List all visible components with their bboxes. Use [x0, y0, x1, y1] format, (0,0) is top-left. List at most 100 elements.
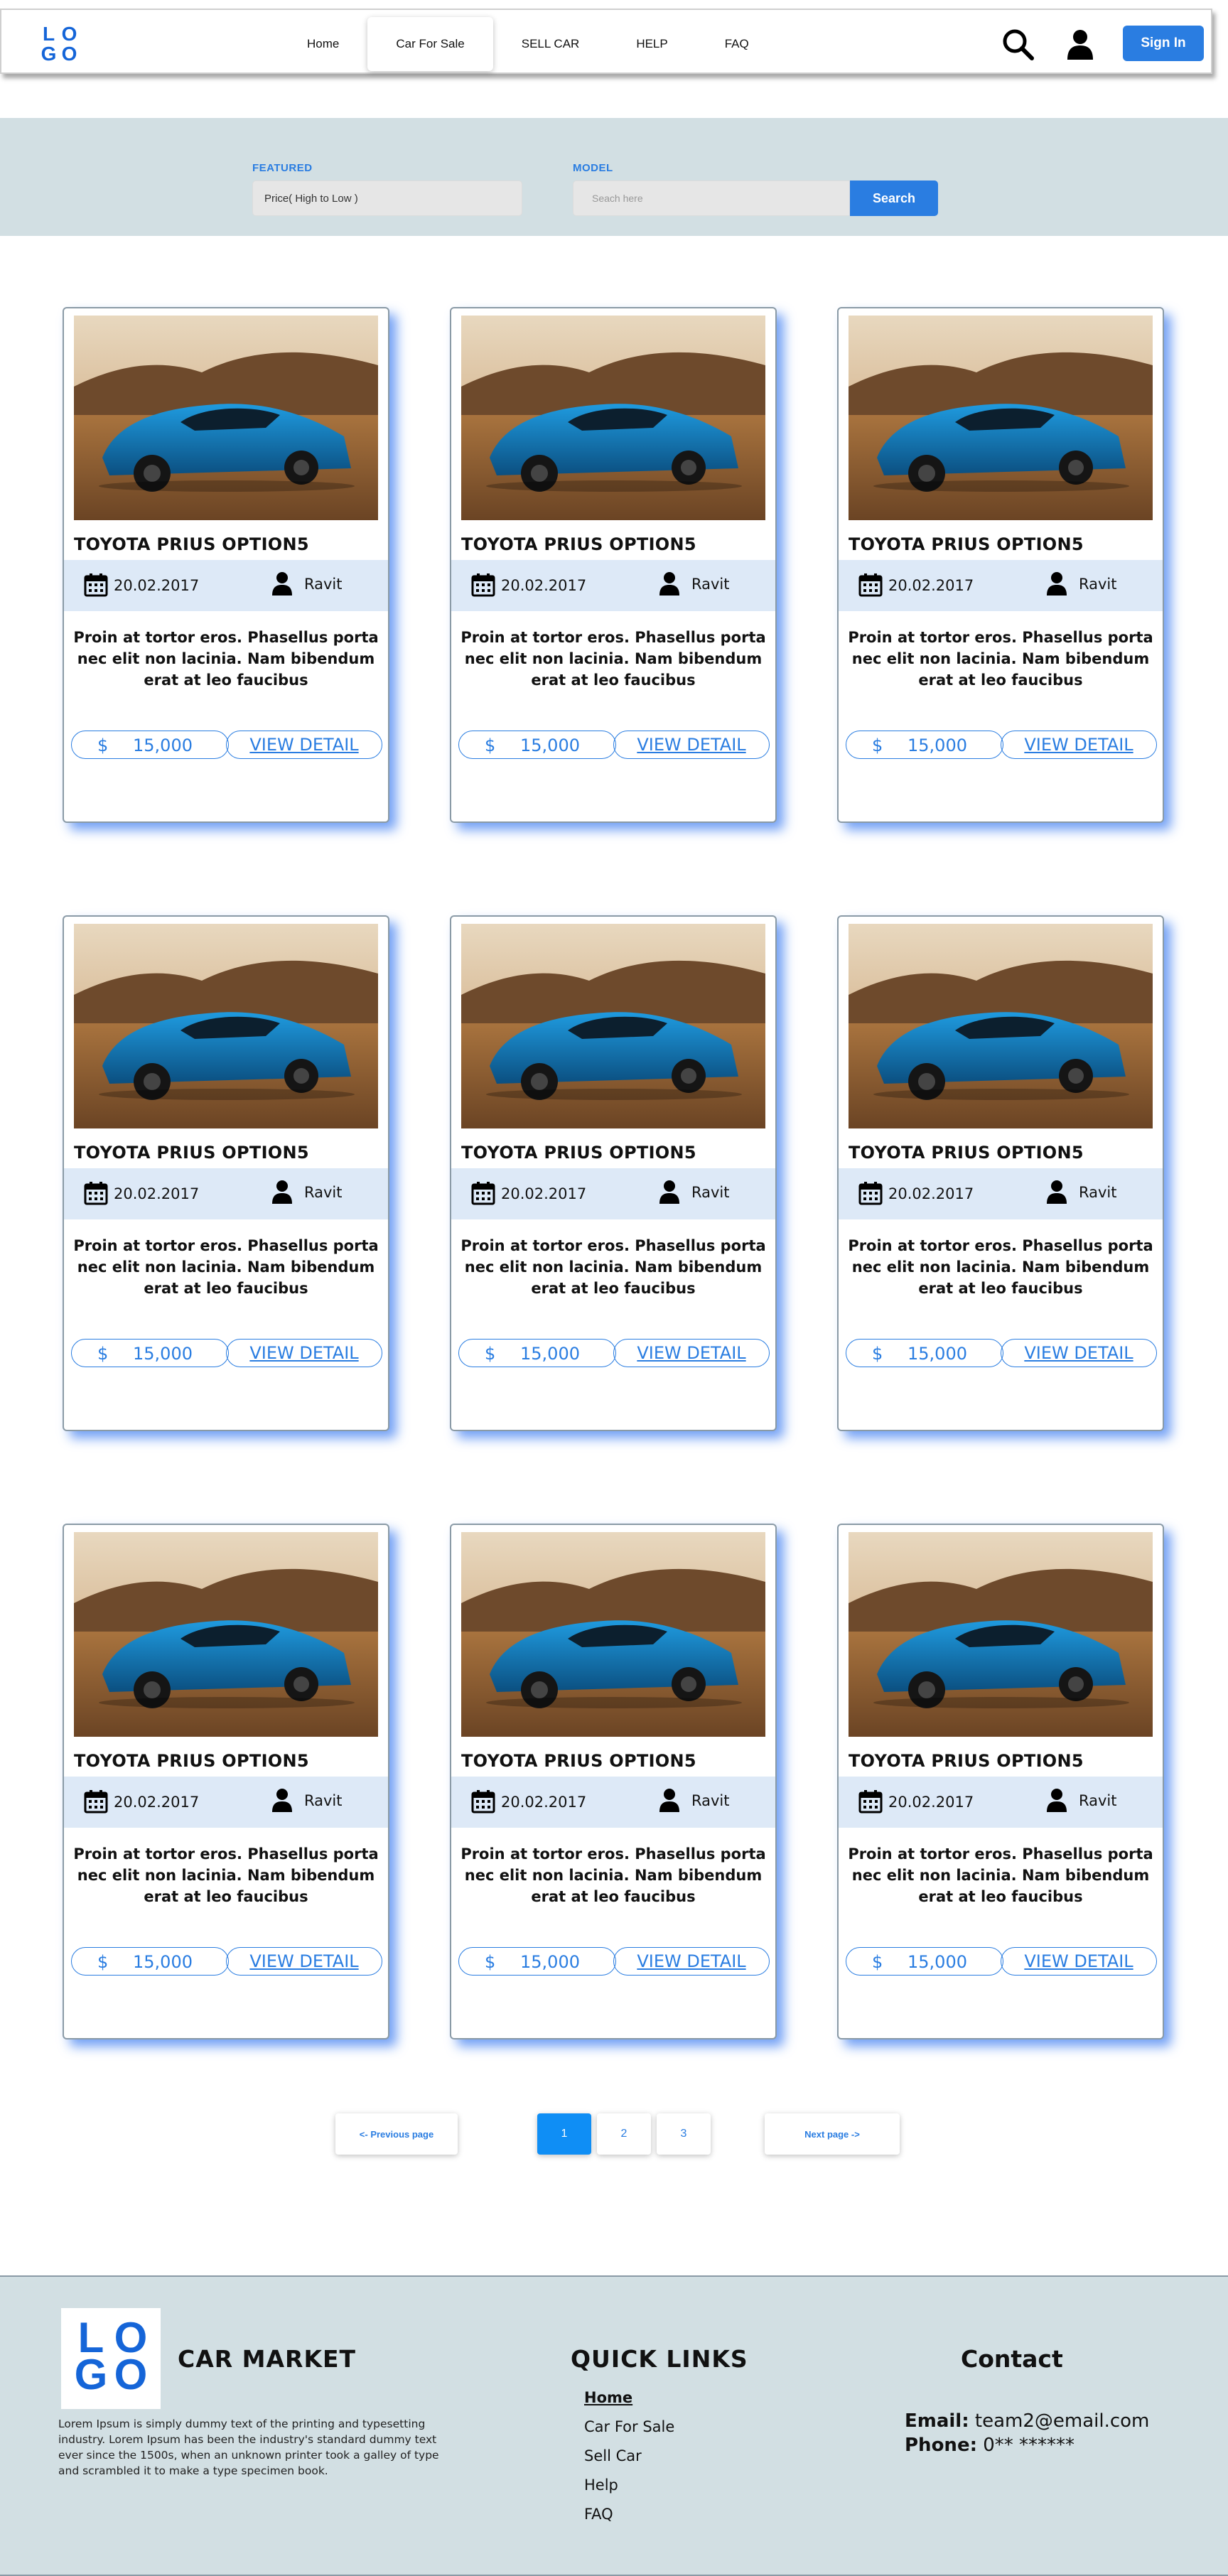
view-detail-button[interactable]: VIEW DETAIL	[613, 1947, 770, 1976]
view-detail-button[interactable]: VIEW DETAIL	[226, 731, 382, 759]
price-button[interactable]: $ 15,000	[71, 1947, 229, 1976]
price-button[interactable]: $ 15,000	[846, 1947, 1003, 1976]
calendar-icon	[471, 1789, 495, 1814]
seller-name: Ravit	[1079, 1792, 1117, 1809]
car-title: TOYOTA PRIUS OPTION5	[849, 534, 1084, 554]
dollar-icon: $	[97, 1344, 109, 1364]
car-photo[interactable]	[74, 316, 378, 520]
footer-logo[interactable]: L O G O	[61, 2308, 161, 2409]
price-value: 15,000	[133, 735, 193, 755]
listing-date: 20.02.2017	[114, 1185, 200, 1202]
nav-help[interactable]: HELP	[608, 17, 696, 71]
user-icon[interactable]	[1063, 27, 1097, 61]
logo-letter: G	[41, 43, 57, 65]
contact-title: Contact	[961, 2345, 1063, 2373]
car-card[interactable]: TOYOTA PRIUS OPTION5 20.02.2017 Ravit Pr…	[63, 307, 389, 823]
view-detail-button[interactable]: VIEW DETAIL	[226, 1947, 382, 1976]
price-value: 15,000	[907, 1344, 967, 1364]
view-detail-button[interactable]: VIEW DETAIL	[613, 731, 770, 759]
search-icon[interactable]	[1001, 27, 1035, 61]
page-2-button[interactable]: 2	[597, 2113, 651, 2155]
next-page-button[interactable]: Next page ->	[765, 2113, 900, 2155]
footer-brand-name: CAR MARKET	[178, 2345, 357, 2373]
seller-name: Ravit	[1079, 1184, 1117, 1201]
dollar-icon: $	[872, 735, 883, 755]
car-photo[interactable]	[74, 924, 378, 1128]
view-detail-button[interactable]: VIEW DETAIL	[613, 1339, 770, 1367]
view-detail-button[interactable]: VIEW DETAIL	[1001, 1339, 1157, 1367]
price-value: 15,000	[907, 735, 967, 755]
calendar-icon	[471, 573, 495, 597]
car-meta-row: 20.02.2017 Ravit	[451, 1777, 775, 1828]
car-card[interactable]: TOYOTA PRIUS OPTION5 20.02.2017 Ravit Pr…	[63, 915, 389, 1431]
car-card[interactable]: TOYOTA PRIUS OPTION5 20.02.2017 Ravit Pr…	[837, 1524, 1164, 2039]
top-navbar: L O G O Home Car For Sale SELL CAR HELP …	[0, 9, 1212, 74]
nav-home[interactable]: Home	[279, 17, 367, 71]
seller-name: Ravit	[691, 1792, 730, 1809]
view-detail-button[interactable]: VIEW DETAIL	[1001, 1947, 1157, 1976]
car-title: TOYOTA PRIUS OPTION5	[461, 1143, 696, 1163]
dollar-icon: $	[872, 1952, 883, 1972]
price-button[interactable]: $ 15,000	[846, 731, 1003, 759]
car-card[interactable]: TOYOTA PRIUS OPTION5 20.02.2017 Ravit Pr…	[450, 1524, 777, 2039]
seller-name: Ravit	[1079, 576, 1117, 593]
listing-date: 20.02.2017	[114, 1794, 200, 1811]
listing-date: 20.02.2017	[888, 577, 974, 594]
price-value: 15,000	[907, 1952, 967, 1972]
footer-about-text: Lorem Ipsum is simply dummy text of the …	[58, 2418, 439, 2477]
view-detail-button[interactable]: VIEW DETAIL	[226, 1339, 382, 1367]
price-button[interactable]: $ 15,000	[458, 731, 616, 759]
footer-link-home[interactable]: Home	[584, 2389, 674, 2418]
model-label: MODEL	[573, 162, 613, 174]
calendar-icon	[84, 573, 108, 597]
nav-faq[interactable]: FAQ	[696, 17, 777, 71]
car-photo[interactable]	[849, 1532, 1153, 1737]
car-photo[interactable]	[461, 1532, 765, 1737]
car-card[interactable]: TOYOTA PRIUS OPTION5 20.02.2017 Ravit Pr…	[837, 307, 1164, 823]
search-button[interactable]: Search	[850, 180, 938, 216]
seller-name: Ravit	[304, 1792, 343, 1809]
car-title: TOYOTA PRIUS OPTION5	[849, 1751, 1084, 1771]
seller-name: Ravit	[691, 1184, 730, 1201]
car-description: Proin at tortor eros. Phasellus porta ne…	[848, 629, 1153, 689]
car-photo[interactable]	[461, 924, 765, 1128]
view-detail-button[interactable]: VIEW DETAIL	[1001, 731, 1157, 759]
footer-link-sell-car[interactable]: Sell Car	[584, 2447, 674, 2477]
email-value[interactable]: team2@email.com	[975, 2410, 1150, 2432]
listing-date: 20.02.2017	[114, 577, 200, 594]
car-photo[interactable]	[849, 316, 1153, 520]
car-card[interactable]: TOYOTA PRIUS OPTION5 20.02.2017 Ravit Pr…	[837, 915, 1164, 1431]
car-card[interactable]: TOYOTA PRIUS OPTION5 20.02.2017 Ravit Pr…	[63, 1524, 389, 2039]
featured-select[interactable]: Price( High to Low )	[252, 180, 522, 216]
previous-page-button[interactable]: <- Previous page	[335, 2113, 458, 2155]
phone-label: Phone:	[905, 2435, 977, 2456]
price-button[interactable]: $ 15,000	[71, 1339, 229, 1367]
car-card[interactable]: TOYOTA PRIUS OPTION5 20.02.2017 Ravit Pr…	[450, 307, 777, 823]
dollar-icon: $	[485, 1344, 496, 1364]
car-photo[interactable]	[461, 316, 765, 520]
page-1-button[interactable]: 1	[537, 2113, 591, 2155]
sign-in-button[interactable]: Sign In	[1123, 26, 1204, 61]
contact-phone: Phone: 0** ******	[905, 2435, 1074, 2456]
price-button[interactable]: $ 15,000	[846, 1339, 1003, 1367]
listing-date: 20.02.2017	[501, 1794, 587, 1811]
phone-value: 0** ******	[983, 2435, 1075, 2456]
logo[interactable]: L O G O	[38, 24, 80, 64]
dollar-icon: $	[872, 1344, 883, 1364]
user-icon	[270, 1180, 294, 1204]
car-card[interactable]: TOYOTA PRIUS OPTION5 20.02.2017 Ravit Pr…	[450, 915, 777, 1431]
footer-link-faq[interactable]: FAQ	[584, 2506, 674, 2535]
price-button[interactable]: $ 15,000	[71, 731, 229, 759]
user-icon	[657, 571, 682, 596]
car-photo[interactable]	[849, 924, 1153, 1128]
footer-link-help[interactable]: Help	[584, 2477, 674, 2506]
footer-link-car-for-sale[interactable]: Car For Sale	[584, 2418, 674, 2447]
page-3-button[interactable]: 3	[657, 2113, 711, 2155]
nav-sell-car[interactable]: SELL CAR	[493, 17, 608, 71]
model-search-input[interactable]	[573, 180, 850, 216]
car-photo[interactable]	[74, 1532, 378, 1737]
price-button[interactable]: $ 15,000	[458, 1947, 616, 1976]
price-button[interactable]: $ 15,000	[458, 1339, 616, 1367]
nav-car-for-sale[interactable]: Car For Sale	[367, 17, 493, 71]
logo-letter: L	[42, 23, 55, 45]
